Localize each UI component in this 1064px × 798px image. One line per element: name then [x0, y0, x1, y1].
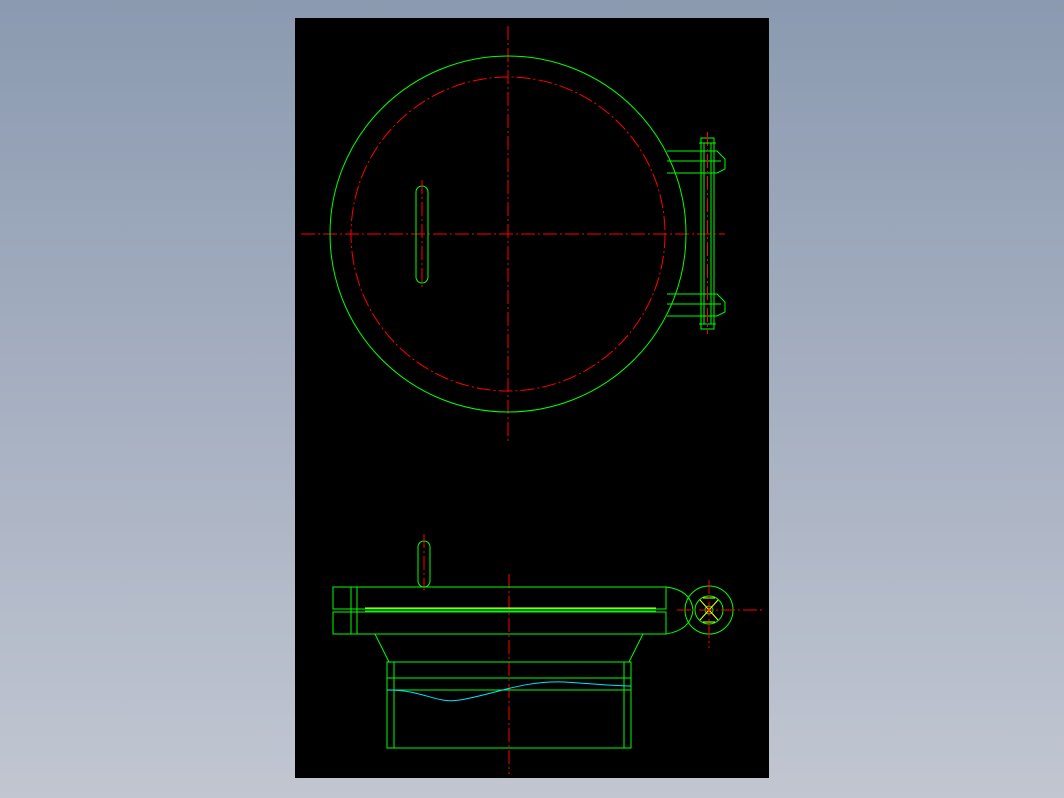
- cover-plate: [332, 586, 667, 610]
- side-view: [332, 534, 765, 774]
- drawing-sheet: [295, 18, 769, 778]
- hinge-arm-lower: [667, 293, 726, 317]
- hinge-arm-upper: [667, 150, 726, 174]
- cad-drawing: [301, 26, 765, 774]
- top-view: [301, 26, 726, 442]
- flange-plate: [332, 611, 667, 635]
